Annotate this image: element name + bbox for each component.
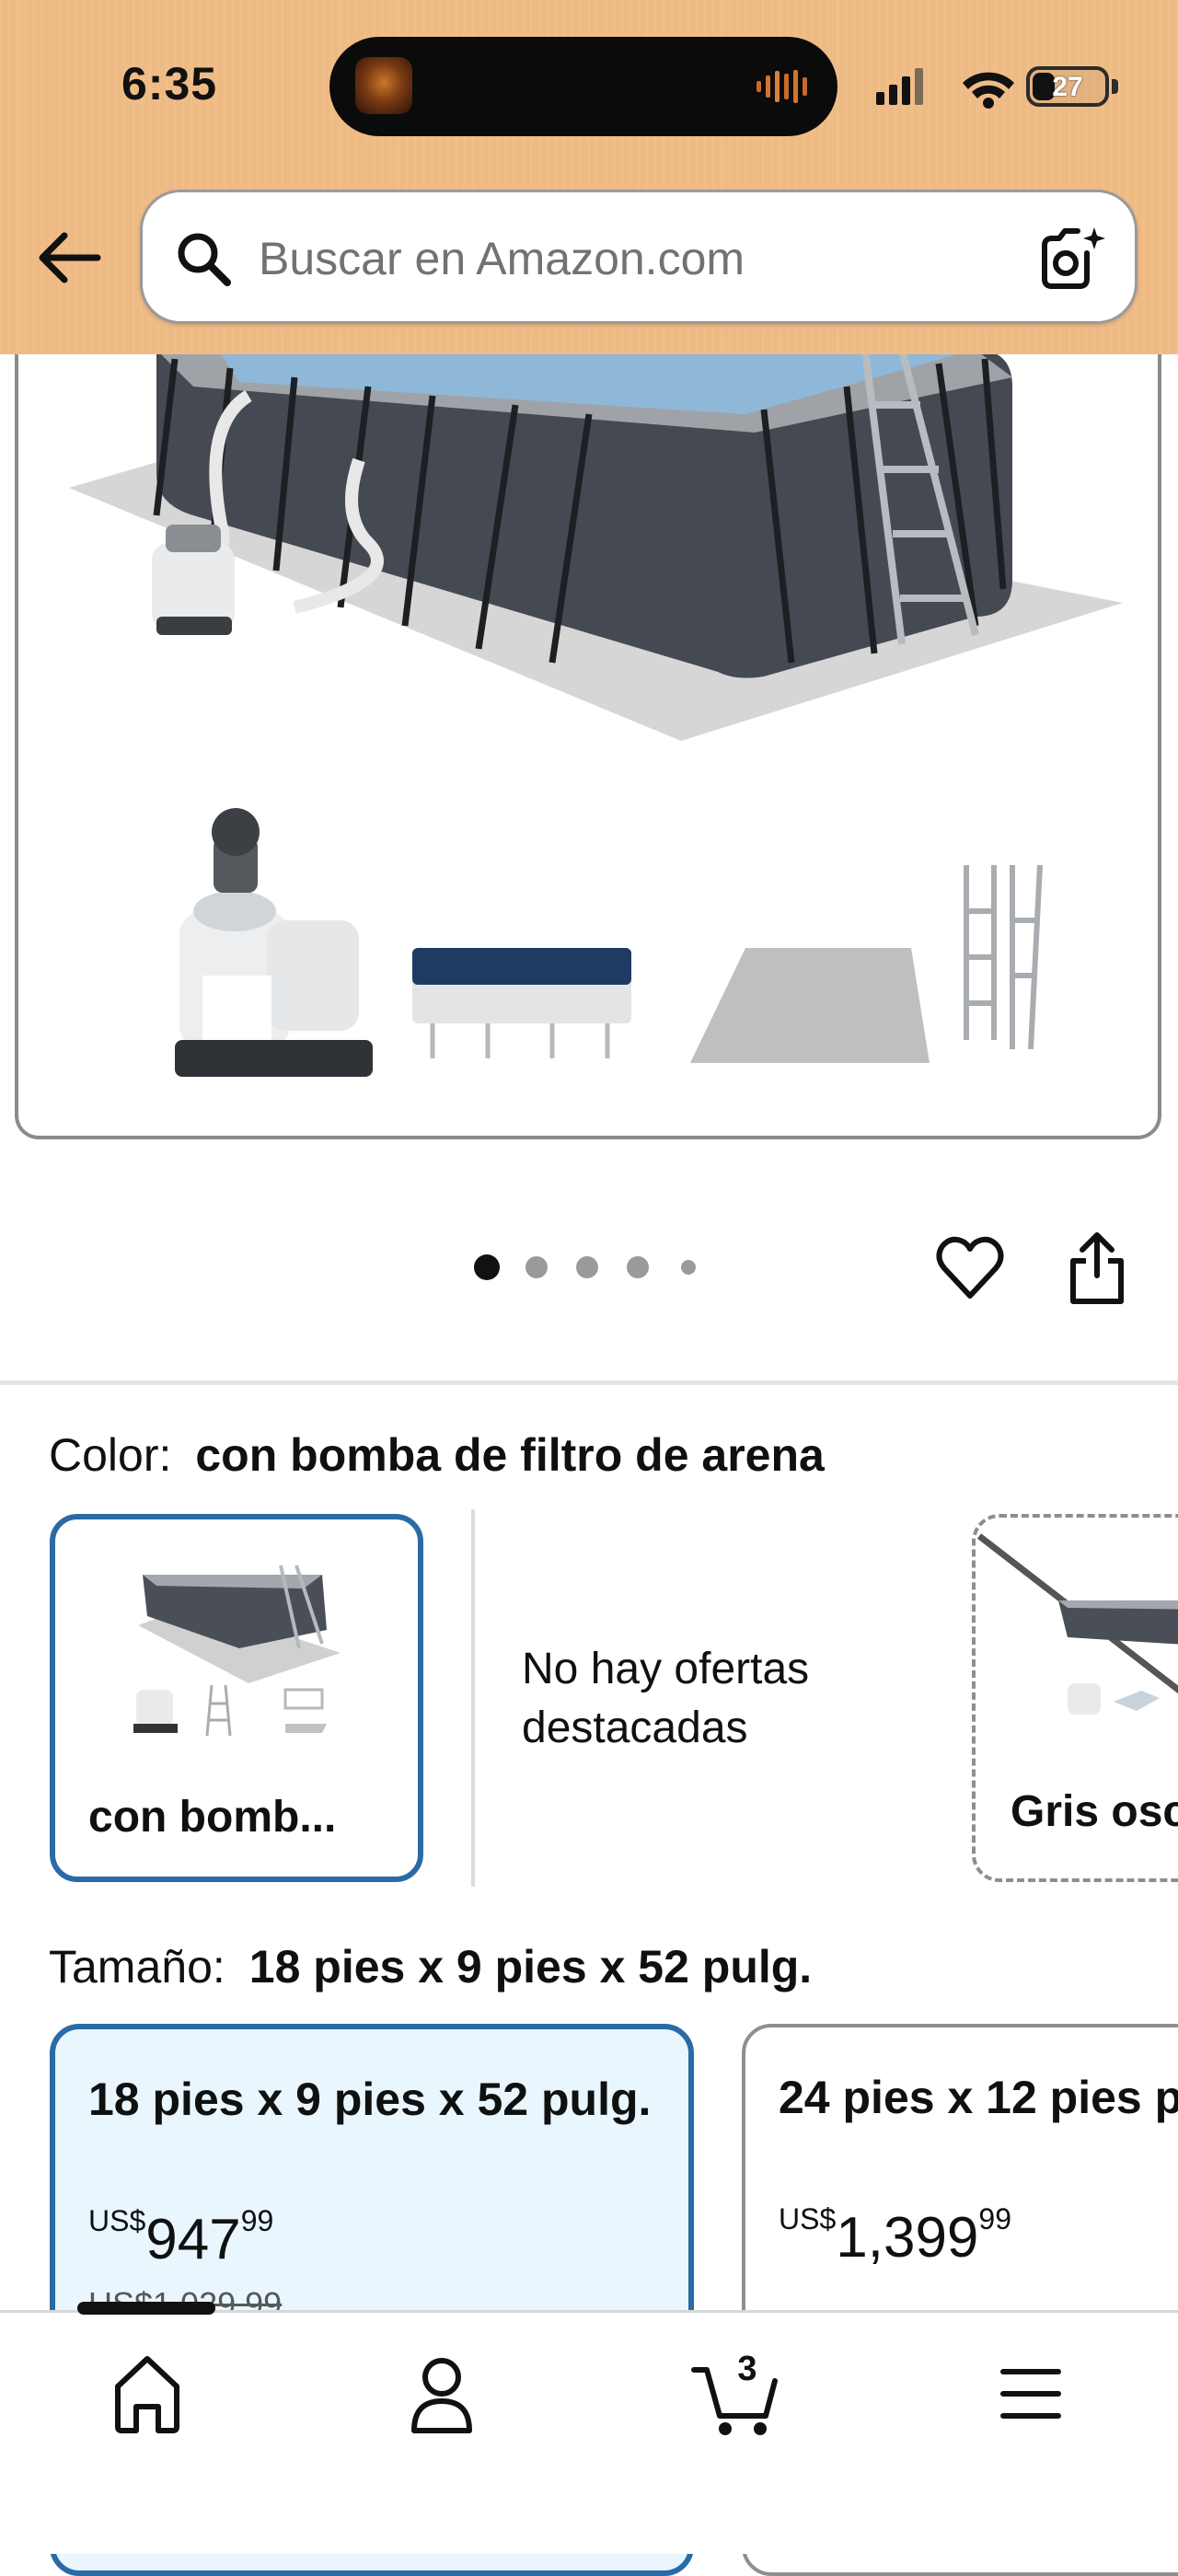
divider [471,1509,475,1887]
camera-icon[interactable] [1035,222,1109,295]
cart-button[interactable]: 3 [681,2342,791,2443]
price-currency: US$ [779,2202,837,2235]
cart-count-badge: 3 [737,2350,757,2388]
no-offers-text: No hay ofertas destacadas [522,1645,810,1752]
heart-icon[interactable] [935,1233,1005,1303]
share-icon[interactable] [1064,1230,1130,1307]
size-selector-label: Tamaño: 18 pies x 9 pies x 52 pulg. [49,1940,812,1993]
carousel-dot[interactable] [576,1256,598,1278]
color-option-caption: Gris osc [1011,1787,1178,1836]
section-divider [0,1380,1178,1385]
size-option-price: US$94799 [88,2204,273,2272]
color-option-sand-filter[interactable]: con bomb... [50,1514,423,1882]
audio-wave-icon [756,70,807,103]
account-icon[interactable] [387,2342,497,2443]
color-label: Color: [49,1429,172,1481]
battery-level: 27 [1052,72,1083,102]
carousel-dot[interactable] [627,1256,649,1278]
size-selected-value: 18 pies x 9 pies x 52 pulg. [248,1941,813,1993]
ladder-accessory [964,864,1043,1050]
swatch-thumbnail [976,1533,1178,1715]
dynamic-island [329,37,837,136]
search-input[interactable] [259,220,976,297]
size-option-title: 24 pies x 12 pies pulg. [779,2072,1178,2123]
ground-cloth [690,948,930,1063]
size-label: Tamaño: [49,1941,225,1993]
carousel-dot[interactable] [525,1256,548,1278]
size-option-title: 18 pies x 9 pies x 52 pulg. [88,2074,652,2125]
price-whole: 947 [145,2208,241,2271]
product-image[interactable] [15,276,1161,1139]
price-fraction: 99 [240,2204,274,2237]
back-arrow-icon[interactable] [33,221,107,295]
pool-cover [412,948,631,1058]
active-tab-indicator [77,2302,215,2315]
pool-illustration [69,349,1123,1077]
size-option-price: US$1,39999 [779,2202,1011,2270]
now-playing-artwork [355,57,412,114]
menu-icon[interactable] [976,2342,1086,2443]
header: 6:35 27 [0,0,1178,354]
price-fraction: 99 [978,2202,1011,2235]
price-whole: 1,399 [836,2206,979,2270]
color-option-caption: con bomb... [88,1793,337,1842]
search-icon [178,233,231,286]
carousel-dot[interactable] [474,1254,500,1280]
swatch-thumbnail [133,1565,341,1737]
search-bar[interactable] [140,190,1138,324]
battery-icon: 27 [1026,66,1109,107]
sand-filter-pump [175,808,373,1077]
color-selector-label: Color: con bomba de filtro de arena [49,1428,825,1482]
status-time: 6:35 [121,58,218,110]
bottom-navigation: 3 [0,2302,1178,2554]
carousel-dot[interactable] [681,1260,696,1275]
price-currency: US$ [88,2204,146,2237]
color-option-dark-gray[interactable]: Gris osc [972,1514,1178,1882]
color-selected-value: con bomba de filtro de arena [195,1429,825,1481]
home-icon[interactable] [92,2342,202,2443]
